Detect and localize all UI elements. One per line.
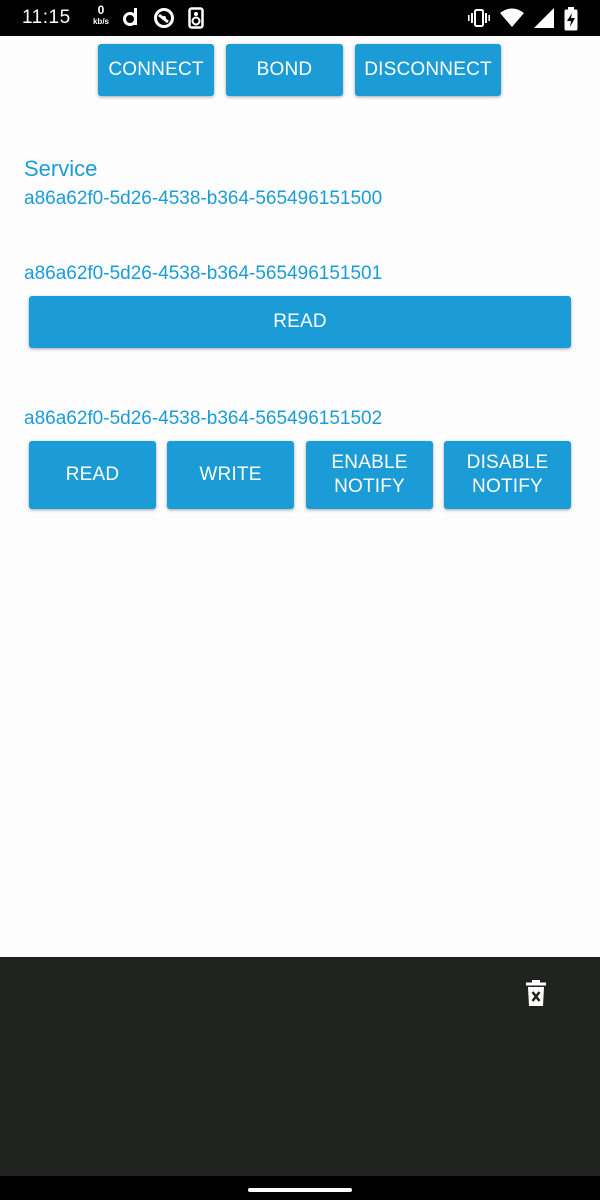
characteristic-uuid: a86a62f0-5d26-4538-b364-565496151502 xyxy=(24,408,383,429)
disconnect-button[interactable]: DISCONNECT xyxy=(355,44,501,96)
d-app-icon xyxy=(123,8,137,26)
connect-button[interactable]: CONNECT xyxy=(98,44,214,96)
home-gesture-handle[interactable] xyxy=(248,1188,352,1192)
service-heading: Service xyxy=(24,156,98,181)
status-bar: 11:15 0 kb/s xyxy=(0,0,600,36)
network-speed-unit: kb/s xyxy=(92,17,109,26)
cell-signal-icon xyxy=(534,8,554,28)
speaker-icon xyxy=(188,7,204,29)
wifi-icon xyxy=(500,8,524,27)
trash-delete-icon[interactable] xyxy=(526,980,546,1006)
disable-notify-button[interactable]: DISABLE NOTIFY xyxy=(444,441,571,509)
log-panel xyxy=(0,957,600,1176)
write-button[interactable]: WRITE xyxy=(167,441,294,509)
bond-button[interactable]: BOND xyxy=(226,44,343,96)
read-button[interactable]: READ xyxy=(29,441,156,509)
network-speed-value: 0 xyxy=(97,3,105,17)
status-time: 11:15 xyxy=(22,7,71,28)
enable-notify-button[interactable]: ENABLE NOTIFY xyxy=(306,441,433,509)
at-notification-icon xyxy=(154,8,174,28)
battery-charging-icon xyxy=(564,7,578,31)
network-speed: 0 kb/s xyxy=(90,3,112,27)
characteristic-uuid: a86a62f0-5d26-4538-b364-565496151501 xyxy=(24,263,383,284)
vibrate-icon xyxy=(468,9,490,27)
service-uuid: a86a62f0-5d26-4538-b364-565496151500 xyxy=(24,188,383,209)
read-button[interactable]: READ xyxy=(29,296,571,348)
